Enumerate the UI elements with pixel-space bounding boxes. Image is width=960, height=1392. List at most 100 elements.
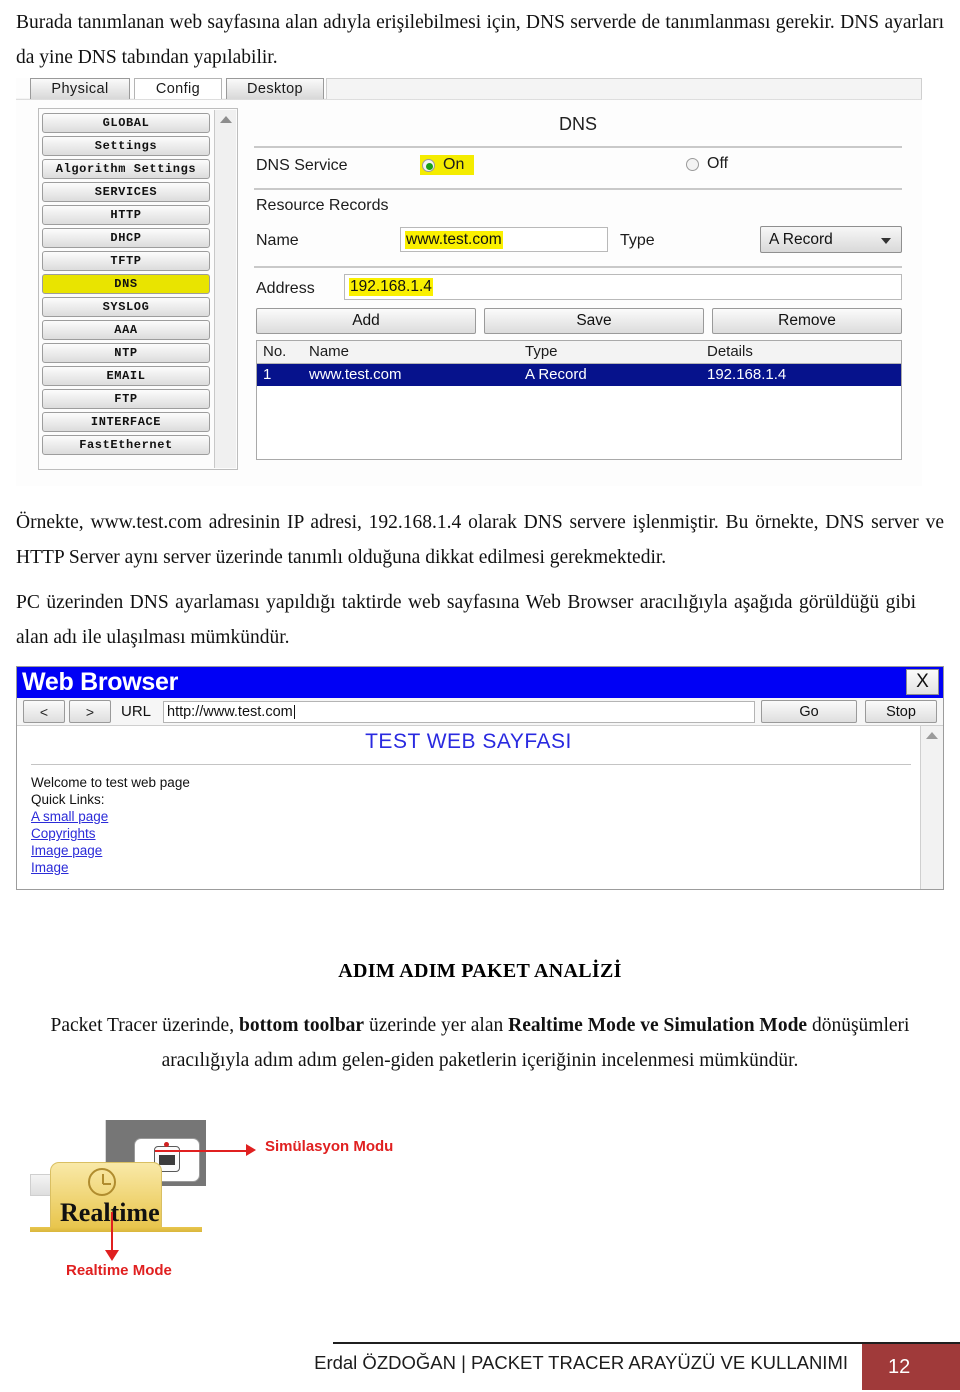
clock-icon [88, 1168, 116, 1196]
resource-records-label: Resource Records [256, 197, 389, 214]
realtime-tab-label: Realtime [60, 1198, 160, 1227]
th-type: Type [525, 343, 558, 360]
link-image[interactable]: Image [31, 859, 190, 876]
stop-button[interactable]: Stop [865, 700, 937, 723]
link-copyrights[interactable]: Copyrights [31, 825, 190, 842]
dns-panel-title: DNS [558, 114, 597, 134]
scroll-up-arrow-icon[interactable] [220, 116, 232, 123]
table-row[interactable]: 1 www.test.com A Record 192.168.1.4 [257, 364, 901, 386]
annotation-simulation-mode: Simülasyon Modu [265, 1138, 394, 1155]
sidebar-item-dhcp[interactable]: DHCP [42, 228, 210, 248]
sidebar-item-label: SYSLOG [102, 300, 150, 314]
web-browser-screenshot: Web Browser X < > URL http://www.test.co… [16, 666, 944, 890]
sidebar-item-label: DNS [114, 277, 138, 291]
url-input[interactable]: http://www.test.com [163, 701, 755, 723]
save-button[interactable]: Save [484, 308, 704, 334]
sidebar-item-label: GLOBAL [102, 116, 150, 130]
sidebar-item-label: HTTP [110, 208, 142, 222]
quick-links-label: Quick Links: [31, 792, 105, 807]
sidebar-item-syslog[interactable]: SYSLOG [42, 297, 210, 317]
sidebar-item-label: Settings [94, 139, 158, 153]
sidebar-item-ntp[interactable]: NTP [42, 343, 210, 363]
annotation-realtime-mode: Realtime Mode [66, 1262, 172, 1279]
resource-records-table: No. Name Type Details 1 www.test.com A R… [256, 340, 902, 460]
sidebar-item-interface[interactable]: INTERFACE [42, 412, 210, 432]
sidebar-item-global[interactable]: GLOBAL [42, 113, 210, 133]
remove-button[interactable]: Remove [712, 308, 902, 334]
scroll-up-arrow-icon[interactable] [926, 732, 938, 739]
tabbar-filler [326, 78, 922, 99]
figure-left-panel [44, 1120, 106, 1164]
back-button[interactable]: < [23, 700, 65, 723]
dns-service-on-radio[interactable]: On [420, 155, 475, 175]
sidebar-item-label: NTP [114, 346, 138, 360]
sidebar-item-label: FTP [114, 392, 138, 406]
chevron-down-icon[interactable] [881, 238, 891, 244]
th-details: Details [707, 343, 753, 360]
divider-2 [254, 188, 902, 190]
sidebar-item-label: DHCP [110, 231, 142, 245]
close-icon[interactable]: X [906, 669, 939, 695]
radio-on-icon[interactable] [422, 158, 435, 172]
sidebar-item-label: INTERFACE [90, 415, 162, 429]
sidebar-item-tftp[interactable]: TFTP [42, 251, 210, 271]
go-button[interactable]: Go [761, 700, 857, 723]
page-body: Welcome to test web page Quick Links: A … [31, 774, 190, 876]
sidebar-scrollbar[interactable] [214, 110, 236, 468]
sidebar-item-label: AAA [114, 323, 138, 337]
tab-config[interactable]: Config [134, 78, 222, 99]
link-a-small-page[interactable]: A small page [31, 808, 190, 825]
sidebar-item-label: FastEthernet [79, 438, 173, 452]
sidebar-item-aaa[interactable]: AAA [42, 320, 210, 340]
tab-physical[interactable]: Physical [30, 78, 130, 99]
footer-text: Erdal ÖZDOĞAN | PACKET TRACER ARAYÜZÜ VE… [314, 1352, 848, 1373]
name-input[interactable]: www.test.com [400, 227, 608, 252]
dns-panel: DNS DNS Service On Off Resource Records … [248, 108, 908, 470]
dns-config-screenshot: Physical Config Desktop GLOBAL Settings Al… [16, 78, 922, 486]
paragraph-3: PC üzerinden DNS ayarlaması yapıldığı ta… [16, 592, 916, 648]
page-footer: Erdal ÖZDOĞAN | PACKET TRACER ARAYÜZÜ VE… [0, 1334, 960, 1392]
realtime-tab-underline [30, 1227, 202, 1232]
cell-type: A Record [525, 366, 587, 383]
browser-titlebar: Web Browser X [17, 667, 943, 698]
sidebar-item-label: Algorithm Settings [55, 162, 197, 176]
forward-button[interactable]: > [69, 700, 111, 723]
paragraph-4: Packet Tracer üzerinde, bottom toolbar ü… [16, 1008, 944, 1078]
add-button[interactable]: Add [256, 308, 476, 334]
page-heading: TEST WEB SAYFASI [365, 730, 572, 753]
divider-3 [254, 266, 902, 268]
link-image-page[interactable]: Image page [31, 842, 190, 859]
tab-desktop[interactable]: Desktop [226, 78, 324, 99]
dns-tabbar: Physical Config Desktop [16, 78, 922, 100]
sidebar-item-ftp[interactable]: FTP [42, 389, 210, 409]
sidebar-item-fastethernet[interactable]: FastEthernet [42, 435, 210, 455]
dns-service-off-radio[interactable]: Off [686, 155, 728, 173]
name-input-value: www.test.com [405, 230, 503, 249]
url-label: URL [121, 703, 152, 720]
type-select[interactable]: A Record [760, 226, 902, 253]
url-input-value: http://www.test.com [167, 704, 293, 720]
cell-no: 1 [263, 366, 272, 383]
browser-title: Web Browser [22, 668, 179, 696]
realtime-mode-figure: Realtime [16, 1112, 476, 1312]
sidebar-item-settings[interactable]: Settings [42, 136, 210, 156]
page-rule [31, 764, 911, 765]
radio-off-icon[interactable] [686, 157, 699, 171]
browser-scrollbar[interactable] [920, 726, 943, 889]
sidebar-item-label: EMAIL [106, 369, 146, 383]
type-label: Type [620, 232, 655, 249]
paragraph-2: Örnekte, www.test.com adresinin IP adres… [16, 512, 944, 568]
th-no: No. [263, 343, 287, 360]
cell-name: www.test.com [309, 366, 402, 383]
welcome-text: Welcome to test web page [31, 775, 190, 790]
sidebar-item-http[interactable]: HTTP [42, 205, 210, 225]
sidebar-item-services[interactable]: SERVICES [42, 182, 210, 202]
dns-service-label: DNS Service [256, 157, 348, 174]
address-input[interactable]: 192.168.1.4 [344, 274, 902, 300]
sidebar-item-email[interactable]: EMAIL [42, 366, 210, 386]
p4-part1: Packet Tracer üzerinde, [50, 1015, 239, 1036]
sidebar-item-algorithm-settings[interactable]: Algorithm Settings [42, 159, 210, 179]
sidebar-item-dns[interactable]: DNS [42, 274, 210, 294]
table-header-row: No. Name Type Details [257, 341, 901, 364]
dns-sidebar-list: GLOBAL Settings Algorithm Settings SERVICES… [42, 113, 210, 458]
